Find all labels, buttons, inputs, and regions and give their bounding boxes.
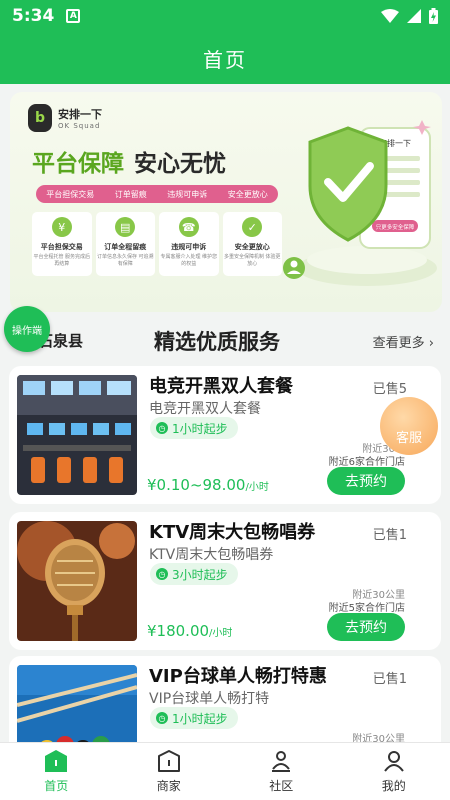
card-title: 电竞开黑双人套餐 [149,376,293,397]
customer-service-button[interactable]: 客服 [380,397,438,455]
banner-tag: 违规可申诉 [167,189,208,199]
profile-icon [383,751,404,772]
brand-logo: b 安排一下 OK Squad [28,104,102,132]
price: ¥0.10~98.00/小时 [147,476,269,494]
banner-tag: 订单留痕 [114,189,147,199]
feature-title: 安全更放心 [234,243,270,251]
clock-icon: ◷ [156,422,168,434]
battery-icon [429,8,438,24]
document-icon: ▤ [115,217,136,237]
shield-illustration: 安排一下 只更多安全保障 [283,120,437,286]
notification-a-icon: A [66,9,81,23]
book-button[interactable]: 去预约 [327,613,405,641]
status-bar: 5:34 A [0,0,450,32]
card-title: KTV周末大包畅唱券 [149,522,316,543]
card-subtitle: VIP台球单人畅打特 [149,691,270,707]
min-duration-label: 1小时起步 [172,421,228,436]
price-value: ¥0.10~98.00 [147,476,246,494]
sold-count: 已售1 [372,528,407,543]
tab-home[interactable]: 首页 [0,743,113,800]
user-check-icon: ✓ [242,217,263,237]
price-unit: /小时 [209,628,233,639]
status-icons [381,8,438,24]
operator-float-button[interactable]: 操作端 [4,306,50,352]
yen-icon: ¥ [51,217,72,237]
section-header: 石泉县 精选优质服务 查看更多 › [0,322,450,358]
min-duration-badge: ◷ 1小时起步 [150,707,238,729]
app-header: 首页 [0,32,450,84]
community-icon [272,751,291,772]
feature-desc: 平台全程托管 服务完成后再结算 [33,254,91,267]
feature-title: 违规可申诉 [171,243,207,251]
headset-icon: ☎ [178,217,199,237]
card-title: VIP台球单人畅打特惠 [149,666,327,687]
price-value: ¥180.00 [147,622,210,640]
feature-desc: 订单信息永久保存 可追溯有保障 [96,254,154,267]
banner-tags: 平台担保交易 订单留痕 违规可申诉 安全更放心 [36,185,278,203]
service-card[interactable]: 电竞开黑双人套餐 已售5 电竞开黑双人套餐 ◷ 1小时起步 附近30公 附近6家… [9,366,441,504]
home-icon [45,750,68,772]
feature-desc: 专属客服介入处理 维护您的权益 [160,254,218,267]
min-duration-badge: ◷ 3小时起步 [150,563,238,585]
bottom-tab-bar: 首页 商家 社区 我的 [0,742,450,800]
view-more-label: 查看更多 [372,336,425,351]
status-time: 5:34 [12,6,55,26]
wifi-icon [381,9,399,23]
chevron-right-icon: › [428,336,434,351]
shop-icon [157,750,180,772]
tab-shop[interactable]: 商家 [113,743,226,800]
banner-headline-2: 安心无忧 [134,151,226,177]
store-count: 附近5家合作门店 [328,603,405,614]
book-button[interactable]: 去预约 [327,467,405,495]
sold-count: 已售1 [372,672,407,687]
card-subtitle: 电竞开黑双人套餐 [149,401,261,417]
clock-icon: ◷ [156,568,168,580]
signal-icon [407,9,421,23]
store-count: 附近6家合作门店 [328,457,405,468]
tab-label: 首页 [44,779,69,793]
card-subtitle: KTV周末大包畅唱券 [149,547,274,563]
tab-label: 我的 [381,779,406,793]
price: ¥180.00/小时 [147,622,232,640]
feature-guarantee: ¥ 平台担保交易 平台全程托管 服务完成后再结算 [32,212,92,276]
customer-service-label: 客服 [395,431,422,446]
tab-community[interactable]: 社区 [225,743,338,800]
min-duration-badge: ◷ 1小时起步 [150,417,238,439]
section-title: 精选优质服务 [154,330,280,354]
banner-features: ¥ 平台担保交易 平台全程托管 服务完成后再结算 ▤ 订单全程留痕 订单信息永久… [32,212,282,276]
clock-icon: ◷ [156,712,168,724]
brand-name: 安排一下 [58,108,102,121]
microphone-image [17,521,137,641]
banner-tag: 平台担保交易 [46,189,95,199]
sold-count: 已售5 [372,382,407,397]
tab-profile[interactable]: 我的 [338,743,450,800]
banner-tag: 安全更放心 [227,189,268,199]
tab-label: 商家 [156,779,181,793]
feature-title: 平台担保交易 [40,243,83,251]
tab-label: 社区 [269,779,294,793]
feature-records: ▤ 订单全程留痕 订单信息永久保存 可追溯有保障 [95,212,155,276]
promo-banner[interactable]: b 安排一下 OK Squad 平台保障 安心无忧 平台担保交易 订单留痕 违规… [10,92,442,312]
phone-button: 只更多安全保障 [376,223,415,231]
brand-logo-mark: b [28,104,52,132]
price-unit: /小时 [245,482,269,493]
banner-headline-1: 平台保障 [32,151,124,177]
brand-sub: OK Squad [58,122,101,130]
feature-title: 订单全程留痕 [104,243,147,251]
esports-image [17,375,137,495]
page-title: 首页 [203,47,247,72]
min-duration-label: 3小时起步 [172,567,228,582]
min-duration-label: 1小时起步 [172,711,228,726]
view-more-link[interactable]: 查看更多 › [373,332,434,351]
banner-headline: 平台保障 安心无忧 [32,144,226,178]
service-card[interactable]: KTV周末大包畅唱券 已售1 KTV周末大包畅唱券 ◷ 3小时起步 附近30公里… [9,512,441,650]
feature-appeal: ☎ 违规可申诉 专属客服介入处理 维护您的权益 [159,212,219,276]
